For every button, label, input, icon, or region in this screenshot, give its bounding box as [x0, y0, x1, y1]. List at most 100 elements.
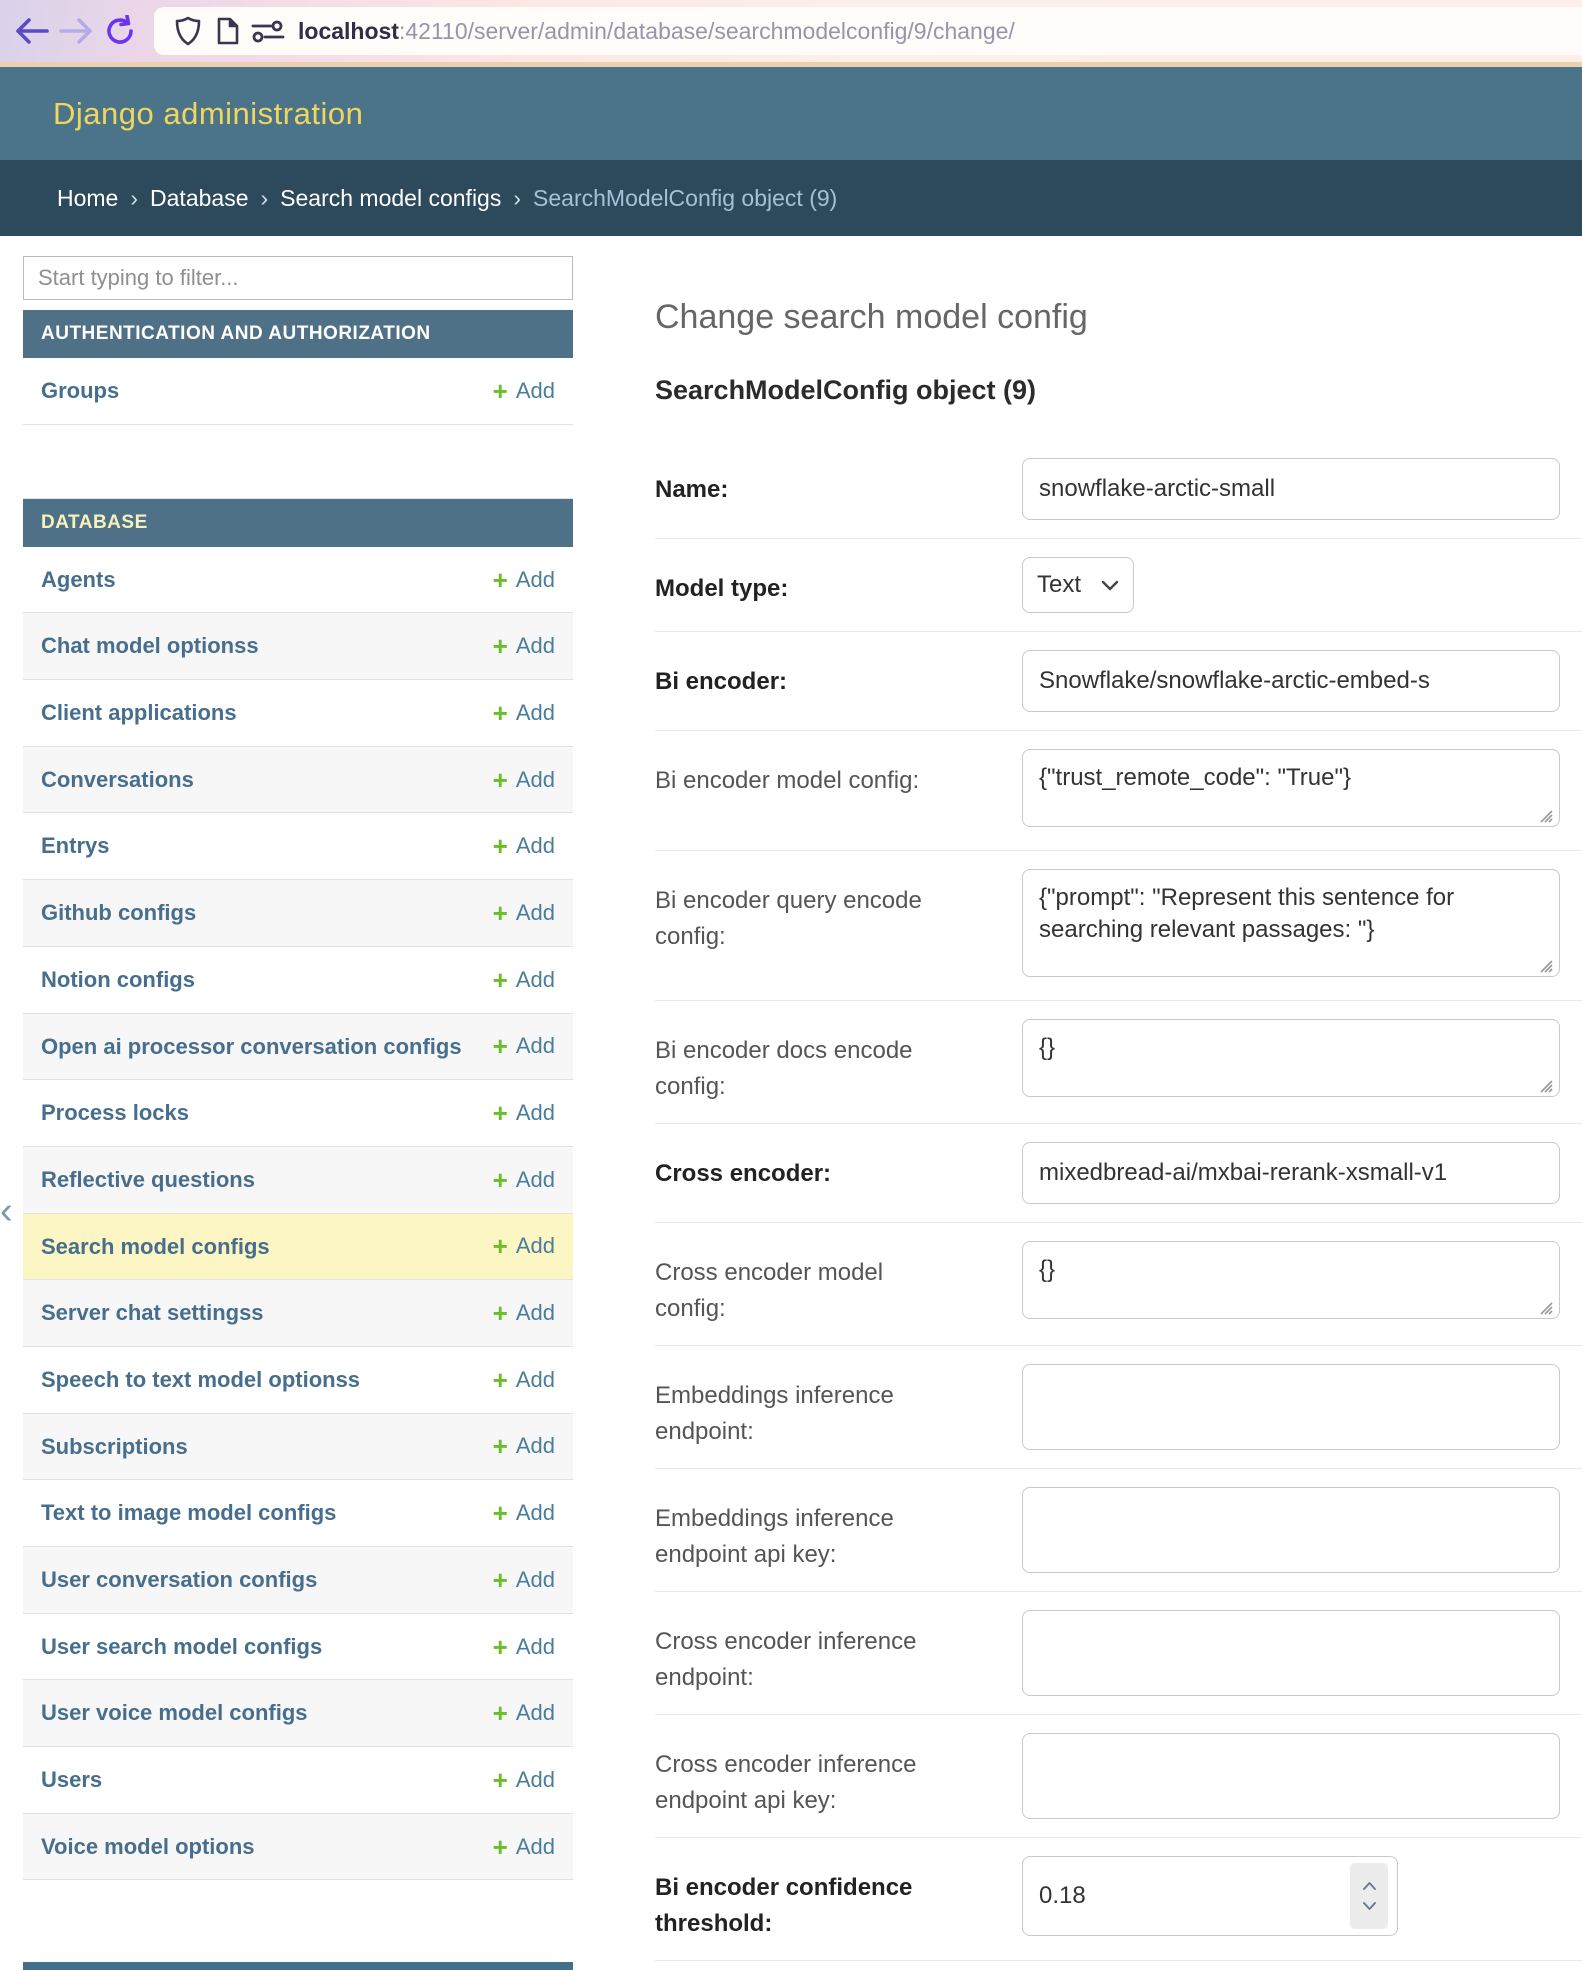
- sidebar-item-server-chat-settingss[interactable]: Server chat settingss+Add: [23, 1280, 573, 1347]
- embeddings-inference-endpoint-input[interactable]: [1022, 1364, 1560, 1450]
- sidebar-item-label[interactable]: Text to image model configs: [41, 1498, 493, 1528]
- add-link[interactable]: +Add: [493, 1100, 555, 1126]
- sidebar-item-label[interactable]: Chat model optionss: [41, 631, 493, 661]
- sidebar-item-user-search-model-configs[interactable]: User search model configs+Add: [23, 1614, 573, 1681]
- sidebar-item-process-locks[interactable]: Process locks+Add: [23, 1080, 573, 1147]
- sidebar-item-search-model-configs[interactable]: Search model configs+Add: [23, 1214, 573, 1281]
- add-link[interactable]: +Add: [493, 633, 555, 659]
- add-link[interactable]: +Add: [493, 833, 555, 859]
- sidebar-item-label[interactable]: Client applications: [41, 698, 493, 728]
- add-link[interactable]: + Add: [493, 700, 555, 726]
- add-link[interactable]: +Add: [493, 1433, 555, 1459]
- embeddings-inference-endpoint-api-key-input[interactable]: [1022, 1487, 1560, 1573]
- bi-encoder-model-config-textarea[interactable]: {"trust_remote_code": "True"}: [1022, 749, 1560, 827]
- sidebar-item-label[interactable]: User conversation configs: [41, 1565, 493, 1595]
- spinner-down-icon[interactable]: [1362, 1901, 1377, 1911]
- sidebar-item-text-to-image-model-configs[interactable]: Text to image model configs+Add: [23, 1480, 573, 1547]
- add-link[interactable]: +Add: [493, 1300, 555, 1326]
- add-label: Add: [516, 1433, 555, 1459]
- sidebar-item-entrys[interactable]: Entrys+Add: [23, 813, 573, 880]
- cross-encoder-model-config-textarea[interactable]: {}: [1022, 1241, 1560, 1319]
- sidebar-item-label[interactable]: Voice model options: [41, 1832, 493, 1862]
- add-label: Add: [516, 700, 555, 726]
- sidebar-item-github-configs[interactable]: Github configs+Add: [23, 880, 573, 947]
- sidebar-item-chat-model-optionss[interactable]: Chat model optionss+Add: [23, 613, 573, 680]
- sidebar-item-user-conversation-configs[interactable]: User conversation configs+Add: [23, 1547, 573, 1614]
- sidebar-item-open-ai-processor-conversation-configs[interactable]: Open ai processor conversation configs+A…: [23, 1014, 573, 1081]
- sidebar-item-voice-model-options[interactable]: Voice model options+Add: [23, 1814, 573, 1881]
- add-link[interactable]: +Add: [493, 1033, 555, 1059]
- shield-icon[interactable]: [168, 16, 208, 46]
- bi-encoder-query-encode-config-textarea[interactable]: {"prompt": "Represent this sentence for …: [1022, 869, 1560, 977]
- refresh-button[interactable]: [98, 9, 142, 53]
- sidebar-item-users[interactable]: Users+Add: [23, 1747, 573, 1814]
- sidebar-item-subscriptions[interactable]: Subscriptions+Add: [23, 1414, 573, 1481]
- browser-window: localhost:42110/server/admin/database/se…: [0, 0, 1582, 1970]
- sidebar-item-client-applications[interactable]: Client applications+ Add: [23, 680, 573, 747]
- sidebar-collapse-toggle[interactable]: ‹: [0, 1192, 13, 1230]
- add-link[interactable]: +Add: [493, 1367, 555, 1393]
- add-link[interactable]: +Add: [493, 967, 555, 993]
- cross-encoder-input[interactable]: [1022, 1142, 1560, 1204]
- sidebar-item-agents[interactable]: Agents+Add: [23, 547, 573, 614]
- field-control-cross-encoder-model-config: {}: [1022, 1241, 1562, 1324]
- add-link[interactable]: +Add: [493, 900, 555, 926]
- add-link[interactable]: +Add: [493, 378, 555, 404]
- form-row-bi-encoder-model-config: Bi encoder model config:{"trust_remote_c…: [655, 731, 1582, 851]
- sidebar-item-label[interactable]: User search model configs: [41, 1632, 493, 1662]
- bi-encoder-input[interactable]: [1022, 650, 1560, 712]
- add-link[interactable]: +Add: [493, 567, 555, 593]
- add-label: Add: [516, 1567, 555, 1593]
- add-link[interactable]: +Add: [493, 1634, 555, 1660]
- forward-button[interactable]: [54, 9, 98, 53]
- back-button[interactable]: [10, 9, 54, 53]
- add-link[interactable]: +Add: [493, 1233, 555, 1259]
- sidebar-item-label[interactable]: Reflective questions: [41, 1165, 493, 1195]
- sidebar-filter-input[interactable]: [23, 256, 573, 300]
- add-link[interactable]: +Add: [493, 1767, 555, 1793]
- sidebar-item-label[interactable]: Notion configs: [41, 965, 493, 995]
- address-bar[interactable]: localhost:42110/server/admin/database/se…: [154, 7, 1582, 55]
- sidebar-item-reflective-questions[interactable]: Reflective questions+Add: [23, 1147, 573, 1214]
- number-spinner[interactable]: [1350, 1863, 1388, 1929]
- sidebar-item-label[interactable]: Users: [41, 1765, 493, 1795]
- add-link[interactable]: +Add: [493, 1700, 555, 1726]
- spinner-up-icon[interactable]: [1362, 1881, 1377, 1891]
- section-gap: [23, 1880, 573, 1962]
- sidebar-item-notion-configs[interactable]: Notion configs+Add: [23, 947, 573, 1014]
- sidebar-item-label[interactable]: Subscriptions: [41, 1432, 493, 1462]
- sidebar-item-label[interactable]: Search model configs: [41, 1232, 493, 1262]
- sliders-icon[interactable]: [248, 16, 288, 46]
- cross-encoder-inference-endpoint-api-key-input[interactable]: [1022, 1733, 1560, 1819]
- add-link[interactable]: +Add: [493, 767, 555, 793]
- page-icon[interactable]: [208, 16, 248, 46]
- add-link[interactable]: +Add: [493, 1167, 555, 1193]
- bi-encoder-docs-encode-config-textarea[interactable]: {}: [1022, 1019, 1560, 1097]
- breadcrumb-link[interactable]: Home: [57, 185, 118, 212]
- breadcrumb-link[interactable]: Search model configs: [280, 185, 501, 212]
- sidebar-item-label[interactable]: Process locks: [41, 1098, 493, 1128]
- sidebar-item-label[interactable]: Speech to text model optionss: [41, 1365, 493, 1395]
- plus-icon: +: [493, 700, 508, 726]
- add-link[interactable]: +Add: [493, 1500, 555, 1526]
- sidebar-item-label[interactable]: Server chat settingss: [41, 1298, 493, 1328]
- sidebar-item-label[interactable]: Conversations: [41, 765, 493, 795]
- cross-encoder-inference-endpoint-input[interactable]: [1022, 1610, 1560, 1696]
- sidebar-item-speech-to-text-model-optionss[interactable]: Speech to text model optionss+Add: [23, 1347, 573, 1414]
- add-link[interactable]: +Add: [493, 1834, 555, 1860]
- add-link[interactable]: +Add: [493, 1567, 555, 1593]
- sidebar-item-label[interactable]: Agents: [41, 565, 493, 595]
- bi-encoder-confidence-threshold-input[interactable]: [1022, 1856, 1398, 1936]
- sidebar-item-user-voice-model-configs[interactable]: User voice model configs+Add: [23, 1680, 573, 1747]
- sidebar-item-label[interactable]: Entrys: [41, 831, 493, 861]
- breadcrumb-link[interactable]: Database: [150, 185, 248, 212]
- sidebar-item-label[interactable]: Open ai processor conversation configs: [41, 1032, 493, 1062]
- sidebar-item-label[interactable]: Github configs: [41, 898, 493, 928]
- name-input[interactable]: [1022, 458, 1560, 520]
- site-title[interactable]: Django administration: [53, 96, 363, 132]
- sidebar-item-groups[interactable]: Groups+Add: [23, 358, 573, 425]
- sidebar-item-label[interactable]: User voice model configs: [41, 1698, 493, 1728]
- sidebar-item-conversations[interactable]: Conversations+Add: [23, 747, 573, 814]
- model-type-select[interactable]: Text: [1022, 557, 1134, 613]
- sidebar-item-label[interactable]: Groups: [41, 376, 493, 406]
